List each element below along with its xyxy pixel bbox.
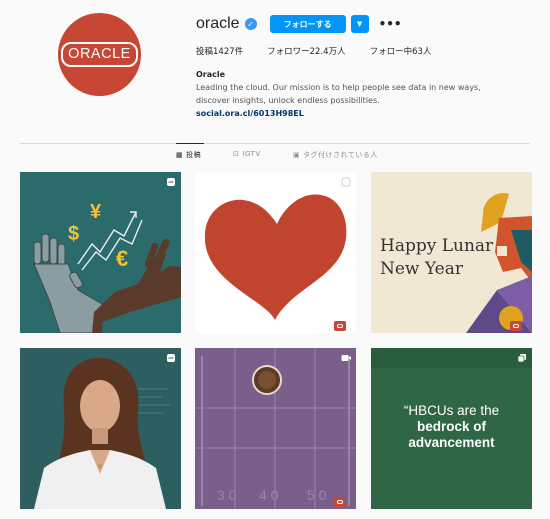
grid-icon: ▦ [176, 151, 184, 159]
tabs-divider [20, 143, 530, 144]
hbcu-line-1: “HBCUs are the [403, 403, 500, 418]
post-hbcu-quote[interactable]: “HBCUs are the bedrock of advancement [371, 348, 532, 509]
yen-symbol: ¥ [90, 201, 102, 223]
profile-avatar[interactable]: ORACLE [58, 13, 141, 96]
yard-50-label: 5 0 [307, 487, 327, 503]
video-icon [341, 355, 351, 361]
bio-link[interactable]: social.ora.cl/6013H98EL [196, 107, 506, 120]
followers-count[interactable]: フォロワー22.4万人 [267, 45, 345, 57]
post-lunar-new-year[interactable]: Happy Lunar New Year [371, 172, 532, 333]
tab-posts-label: 投稿 [186, 151, 202, 159]
chevron-down-icon[interactable]: ▼ [350, 15, 369, 33]
oracle-logo: ORACLE [61, 42, 138, 67]
yard-30-label: 3 0 [217, 487, 237, 503]
lunar-line-1: Happy Lunar [380, 236, 494, 256]
following-count[interactable]: フォロー中63人 [370, 45, 432, 57]
bio-name: Oracle [196, 70, 226, 79]
lunar-line-2: New Year [380, 259, 463, 279]
oracle-mark-icon [334, 321, 346, 331]
tag-icon: ▣ [293, 151, 301, 159]
profile-bio: Oracle Leading the cloud. Our mission is… [196, 68, 506, 120]
carousel-icon [167, 354, 175, 362]
hbcu-line-2: bedrock of [416, 419, 486, 434]
tab-tagged[interactable]: ▣ タグ付けされている人 [293, 150, 378, 160]
carousel-icon [517, 354, 526, 363]
oracle-mark-icon [510, 321, 522, 331]
follow-button[interactable]: フォローする [269, 15, 346, 33]
profile-stats: 投稿1427件 フォロワー22.4万人 フォロー中63人 [196, 45, 455, 57]
euro-symbol: € [116, 246, 128, 271]
finance-hands-illustration: $ ¥ € [20, 172, 181, 333]
profile-page: ORACLE oracle ✓ フォローする ▼ ••• 投稿1427件 フォロ… [0, 0, 550, 519]
post-football-field[interactable]: 3 0 4 0 5 0 [195, 348, 356, 509]
portrait-illustration [20, 348, 181, 509]
post-finance-hands[interactable]: $ ¥ € [20, 172, 181, 333]
carousel-icon [341, 177, 351, 187]
igtv-icon: ⊡ [233, 150, 240, 158]
football-field-illustration: 3 0 4 0 5 0 [195, 348, 356, 509]
bio-text: Leading the cloud. Our mission is to hel… [196, 83, 481, 105]
tab-posts[interactable]: ▦ 投稿 [176, 150, 201, 160]
yard-40-label: 4 0 [259, 487, 279, 503]
tab-igtv[interactable]: ⊡ IGTV [233, 150, 261, 158]
hbcu-quote-text: “HBCUs are the bedrock of advancement [371, 403, 532, 451]
dollar-symbol: $ [68, 223, 79, 245]
username: oracle [196, 15, 240, 32]
oracle-mark-icon [334, 497, 346, 507]
posts-count: 投稿1427件 [196, 47, 244, 57]
profile-header-row: oracle ✓ フォローする ▼ ••• [196, 14, 402, 34]
tab-tagged-label: タグ付けされている人 [303, 151, 378, 159]
lunar-greeting-text: Happy Lunar New Year [380, 235, 493, 281]
verified-badge-icon: ✓ [244, 18, 257, 30]
heart-illustration [195, 172, 356, 333]
post-portrait[interactable] [20, 348, 181, 509]
hbcu-line-3: advancement [408, 435, 495, 450]
active-tab-indicator [176, 143, 204, 144]
post-heart[interactable] [195, 172, 356, 333]
tab-igtv-label: IGTV [242, 150, 261, 158]
more-icon[interactable]: ••• [379, 17, 402, 31]
carousel-icon [167, 178, 175, 186]
